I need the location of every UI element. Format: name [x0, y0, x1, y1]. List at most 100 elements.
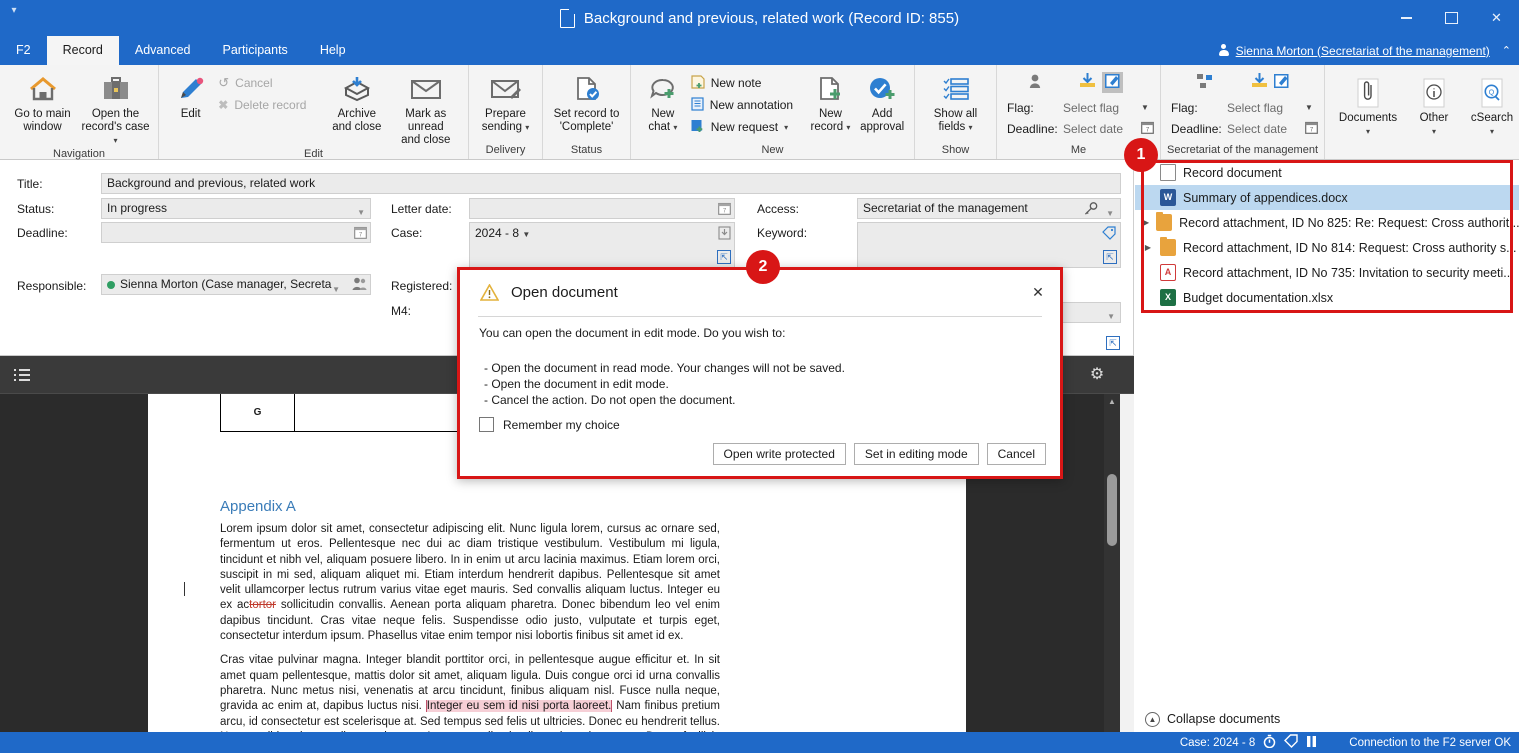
case-picker-icon[interactable]: [718, 226, 731, 247]
scroll-up-arrow[interactable]: ▲: [1104, 394, 1120, 410]
tab-advanced[interactable]: Advanced: [119, 36, 207, 65]
flag-download-icon[interactable]: [1079, 73, 1096, 91]
chevron-down-icon[interactable]: ▼: [332, 280, 340, 295]
collapse-documents-button[interactable]: ▲ Collapse documents: [1135, 706, 1519, 732]
expand-twisty-icon[interactable]: ▶: [1143, 218, 1149, 227]
quick-access-dropdown-icon[interactable]: ▾: [6, 4, 22, 18]
chevron-down-icon[interactable]: ▾: [1432, 125, 1436, 138]
chevron-up-icon[interactable]: ⌃: [1502, 44, 1511, 57]
open-write-protected-button[interactable]: Open write protected: [713, 443, 846, 465]
access-select[interactable]: Secretariat of the management ▼: [857, 198, 1121, 219]
calendar-icon[interactable]: 7: [718, 201, 731, 219]
other-button[interactable]: Other ▾: [1405, 73, 1463, 138]
add-approval-button[interactable]: Add approval: [856, 69, 908, 134]
deadline-input[interactable]: 7: [101, 222, 371, 243]
unit-deadline-value[interactable]: Select date: [1227, 122, 1305, 136]
set-in-editing-mode-button[interactable]: Set in editing mode: [854, 443, 979, 465]
cancel-button[interactable]: Cancel: [987, 443, 1046, 465]
preview-scrollbar[interactable]: ▲ ▼: [1104, 394, 1120, 753]
chevron-down-icon[interactable]: ▾: [113, 136, 117, 145]
tab-f2[interactable]: F2: [0, 36, 47, 65]
responsible-select[interactable]: Sienna Morton (Case manager, Secreta ▼: [101, 274, 371, 295]
gear-icon[interactable]: ⚙: [1086, 364, 1108, 386]
title-input[interactable]: Background and previous, related work: [101, 173, 1121, 194]
close-icon[interactable]: ✕: [1028, 282, 1048, 302]
me-deadline-value[interactable]: Select date: [1063, 122, 1141, 136]
tag-icon[interactable]: [1284, 734, 1298, 751]
chevron-down-icon[interactable]: ▼: [1106, 204, 1114, 219]
unit-deadline-row[interactable]: Deadline: Select date 7: [1171, 118, 1318, 139]
unit-flag-row[interactable]: Flag: Select flag ▼: [1171, 97, 1318, 118]
calendar-icon[interactable]: 7: [1305, 120, 1318, 137]
timer-icon[interactable]: [1263, 734, 1276, 751]
set-record-complete-button[interactable]: Set record to 'Complete': [549, 69, 624, 134]
prepare-sending-button[interactable]: Prepare sending ▾: [475, 69, 536, 134]
maximize-button[interactable]: [1429, 0, 1474, 36]
new-note-button[interactable]: New note: [689, 72, 805, 94]
me-flag-value[interactable]: Select flag: [1063, 101, 1141, 115]
cancel-button[interactable]: ↺ Cancel: [216, 72, 324, 94]
chevron-down-icon[interactable]: ▼: [522, 230, 530, 239]
tag-icon[interactable]: [1102, 226, 1117, 247]
chevron-down-icon[interactable]: ▾: [1366, 125, 1370, 138]
delete-record-button[interactable]: ✖ Delete record: [216, 94, 324, 116]
new-chat-button[interactable]: New chat ▾: [637, 69, 689, 134]
chevron-down-icon[interactable]: ▾: [846, 123, 850, 132]
me-deadline-row[interactable]: Deadline: Select date 7: [1007, 118, 1154, 139]
csearch-button[interactable]: Q cSearch ▾: [1463, 73, 1519, 138]
list-item[interactable]: ▶ Record attachment, ID No 814: Request:…: [1135, 235, 1519, 260]
tab-record[interactable]: Record: [47, 36, 119, 65]
remember-my-choice-checkbox[interactable]: [479, 417, 494, 432]
chevron-down-icon[interactable]: ▾: [673, 123, 677, 132]
new-record-button[interactable]: New record ▾: [805, 69, 857, 134]
participants-icon[interactable]: [352, 277, 367, 295]
close-button[interactable]: ✕: [1474, 0, 1519, 36]
flag-edit-icon[interactable]: [1274, 74, 1289, 91]
calendar-icon[interactable]: 7: [354, 225, 367, 243]
letter-date-input[interactable]: 7: [469, 198, 735, 219]
edit-button[interactable]: Edit: [165, 69, 216, 121]
chevron-down-icon[interactable]: ▼: [1107, 307, 1115, 323]
tab-help[interactable]: Help: [304, 36, 362, 65]
chevron-down-icon[interactable]: ▾: [969, 123, 973, 132]
open-records-case-button[interactable]: Open the record's case ▾: [79, 69, 152, 147]
list-item[interactable]: Summary of appendices.docx: [1135, 185, 1519, 210]
go-to-main-window-button[interactable]: Go to main window: [6, 69, 79, 134]
chevron-down-icon[interactable]: ▼: [357, 203, 365, 219]
current-user[interactable]: Sienna Morton (Secretariat of the manage…: [1218, 36, 1511, 65]
remember-my-choice-row[interactable]: Remember my choice: [479, 417, 620, 432]
flag-edit-icon[interactable]: [1102, 72, 1123, 93]
mark-as-unread-and-close-button[interactable]: Mark as unread and close: [390, 69, 462, 147]
list-item[interactable]: Record document: [1135, 160, 1519, 185]
key-icon[interactable]: [1084, 202, 1098, 219]
chevron-down-icon[interactable]: ▾: [525, 123, 529, 132]
chevron-down-icon[interactable]: ▼: [1305, 103, 1313, 112]
documents-button[interactable]: Documents ▾: [1331, 73, 1405, 138]
user-name-label[interactable]: Sienna Morton (Secretariat of the manage…: [1236, 44, 1490, 58]
calendar-icon[interactable]: 7: [1141, 120, 1154, 137]
chevron-down-icon[interactable]: ▼: [1141, 103, 1149, 112]
tab-participants[interactable]: Participants: [207, 36, 304, 65]
keyword-expand-button[interactable]: ⇱: [1103, 250, 1117, 264]
scrollbar-thumb[interactable]: [1107, 474, 1117, 546]
new-request-button[interactable]: New request ▾: [689, 116, 805, 138]
chevron-down-icon[interactable]: ▾: [1490, 125, 1494, 138]
keyword-input[interactable]: ⇱: [857, 222, 1121, 268]
extra-expand-button[interactable]: ⇱: [1106, 336, 1120, 350]
case-expand-button[interactable]: ⇱: [717, 250, 731, 264]
commented-text[interactable]: Integer eu sem id nisi porta laoreet.: [426, 700, 613, 712]
pause-icon[interactable]: [1306, 735, 1317, 751]
me-flag-row[interactable]: Flag: Select flag ▼: [1007, 97, 1154, 118]
minimize-button[interactable]: [1384, 0, 1429, 36]
archive-and-close-button[interactable]: Archive and close: [324, 69, 389, 134]
new-annotation-button[interactable]: New annotation: [689, 94, 805, 116]
case-input[interactable]: 2024 - 8 ▼ ⇱: [469, 222, 735, 268]
document-outline-icon[interactable]: [14, 369, 30, 381]
unit-flag-value[interactable]: Select flag: [1227, 101, 1305, 115]
status-select[interactable]: In progress ▼: [101, 198, 371, 219]
list-item[interactable]: Budget documentation.xlsx: [1135, 285, 1519, 310]
show-all-fields-button[interactable]: Show all fields ▾: [921, 69, 990, 134]
chevron-down-icon[interactable]: ▾: [784, 123, 788, 132]
flag-download-icon[interactable]: [1251, 73, 1268, 91]
expand-twisty-icon[interactable]: ▶: [1143, 243, 1153, 252]
